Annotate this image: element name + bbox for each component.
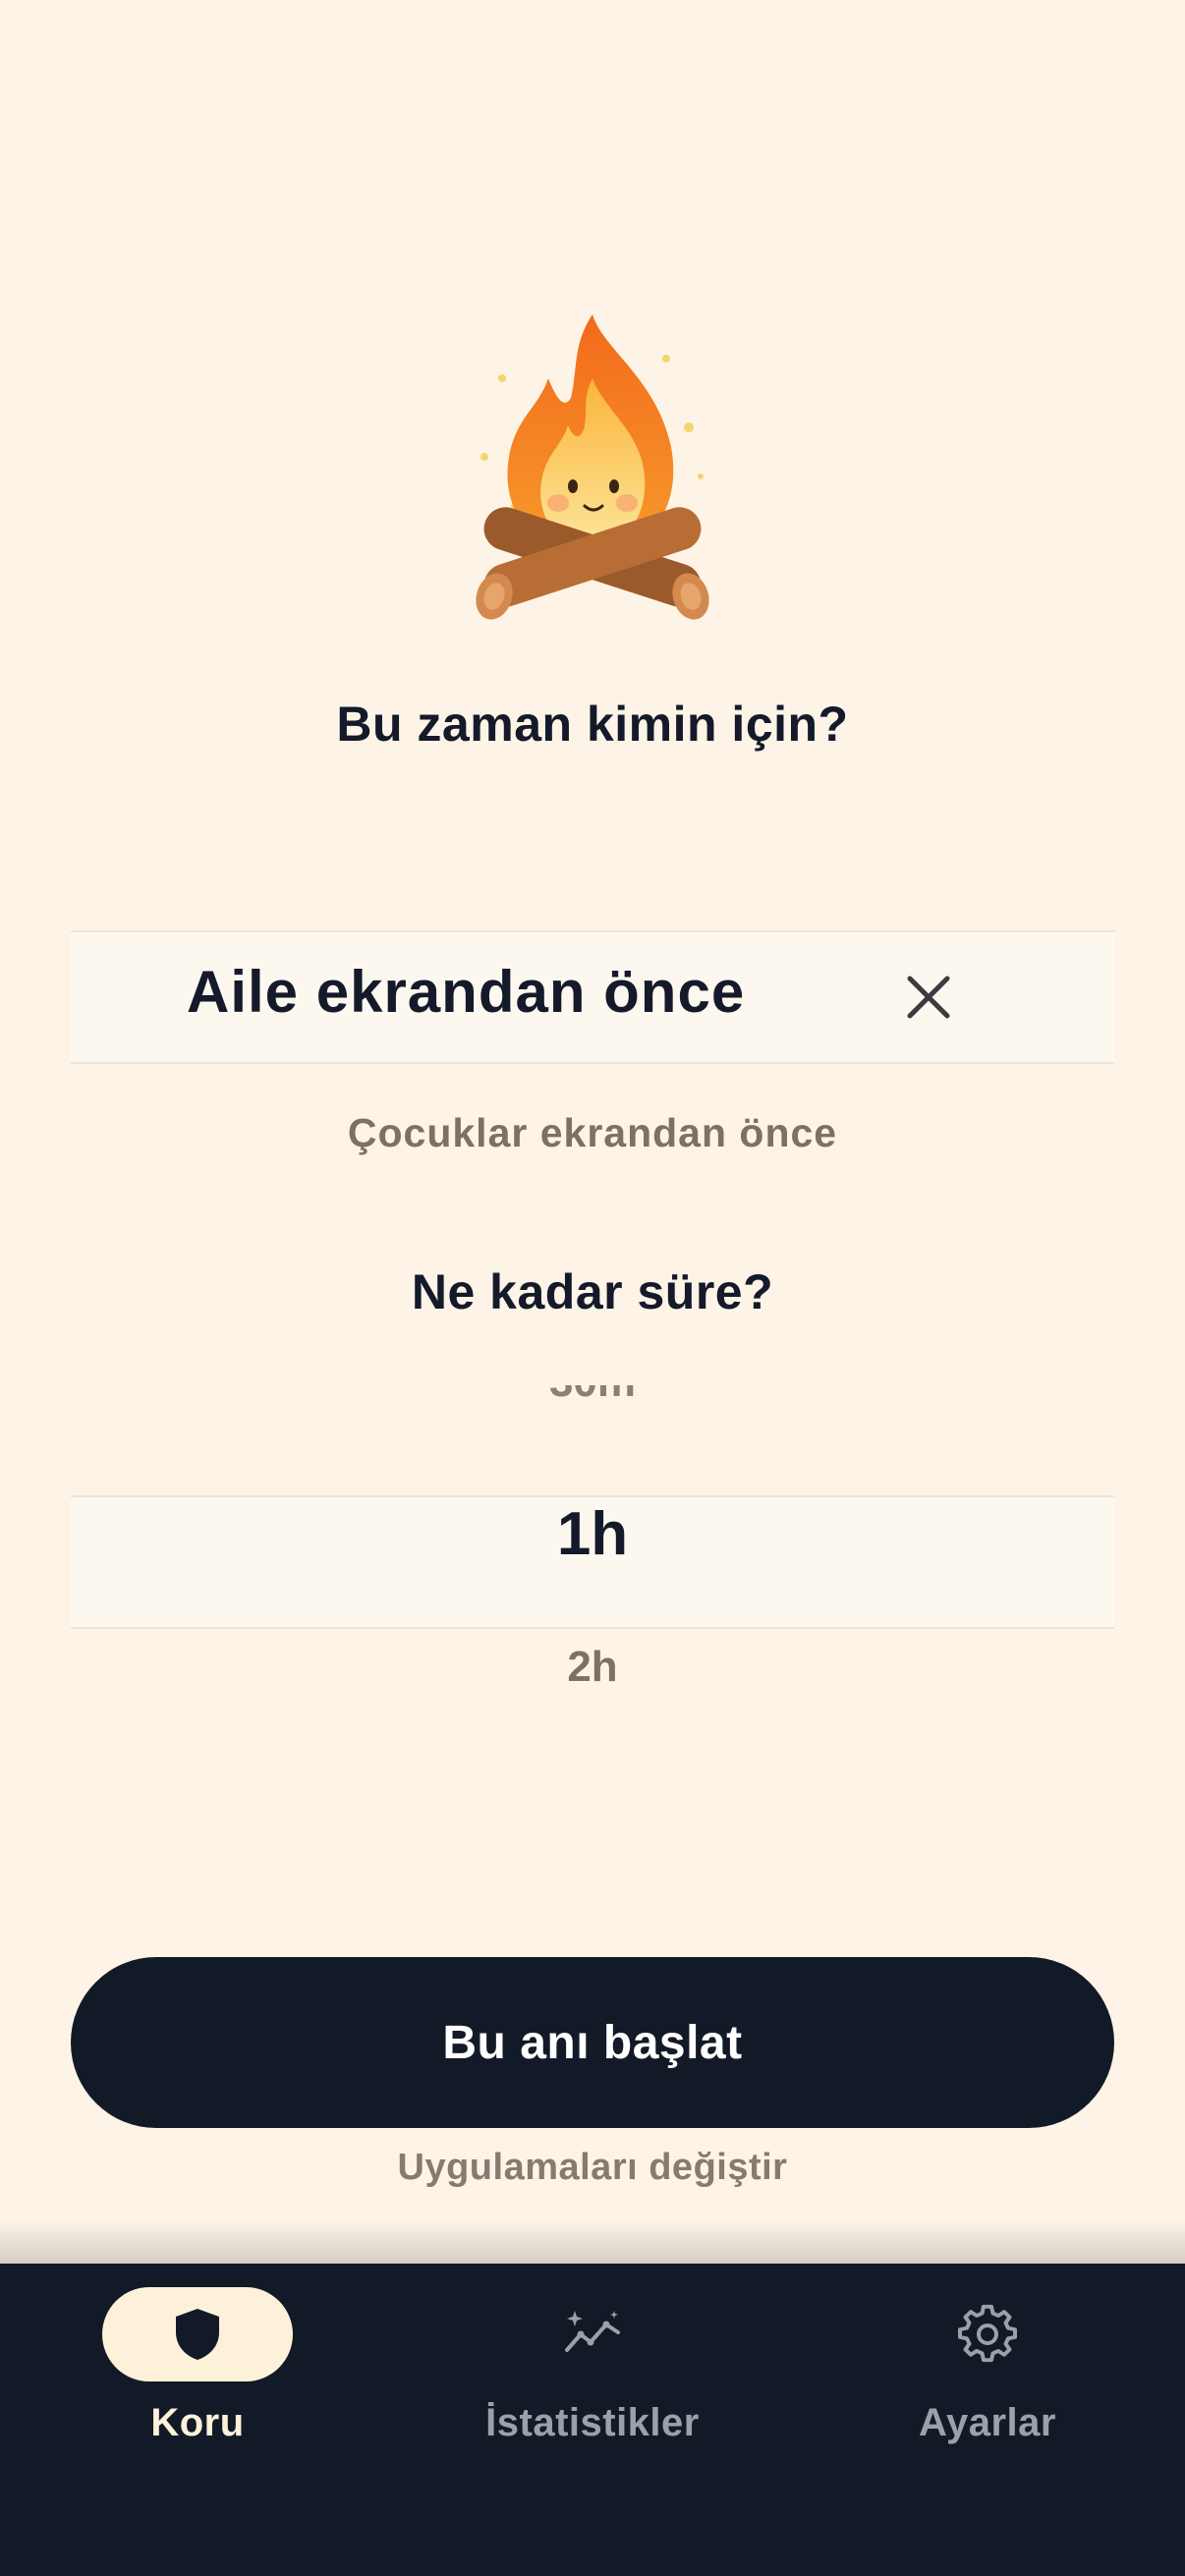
duration-picker-next-option[interactable]: 2h: [0, 1643, 1185, 1692]
nav-item-koru[interactable]: Koru: [0, 2264, 395, 2460]
duration-picker-previous-option-clip: 30m: [0, 1385, 1185, 1411]
duration-picker-selected-option[interactable]: 1h: [0, 1499, 1185, 1569]
who-heading: Bu zaman kimin için?: [336, 697, 849, 752]
sparkle-chart-icon: [565, 2311, 620, 2352]
nav-item-istatistikler[interactable]: İstatistikler: [395, 2264, 790, 2460]
gear-icon: [958, 2304, 1017, 2363]
start-moment-button[interactable]: Bu anı başlat: [71, 1957, 1114, 2128]
duration-picker-previous-option[interactable]: 30m: [0, 1385, 1185, 1407]
bottom-navigation: Koru İstatistikler Ayarlar: [0, 2264, 1185, 2576]
nav-label-ayarlar: Ayarlar: [919, 2401, 1056, 2444]
change-apps-link[interactable]: Uygulamaları değiştir: [0, 2147, 1185, 2189]
shield-icon: [176, 2309, 219, 2360]
who-picker-next-option[interactable]: Çocuklar ekrandan önce: [0, 1110, 1185, 1156]
campfire-illustration: [465, 314, 720, 620]
clear-selection-icon[interactable]: [896, 965, 961, 1030]
nav-item-ayarlar[interactable]: Ayarlar: [790, 2264, 1185, 2460]
duration-heading: Ne kadar süre?: [411, 1264, 774, 1319]
nav-label-koru: Koru: [150, 2401, 245, 2444]
nav-shadow: [0, 2220, 1185, 2265]
who-picker-selected-option[interactable]: Aile ekrandan önce: [187, 958, 745, 1026]
nav-label-istatistikler: İstatistikler: [485, 2401, 700, 2444]
